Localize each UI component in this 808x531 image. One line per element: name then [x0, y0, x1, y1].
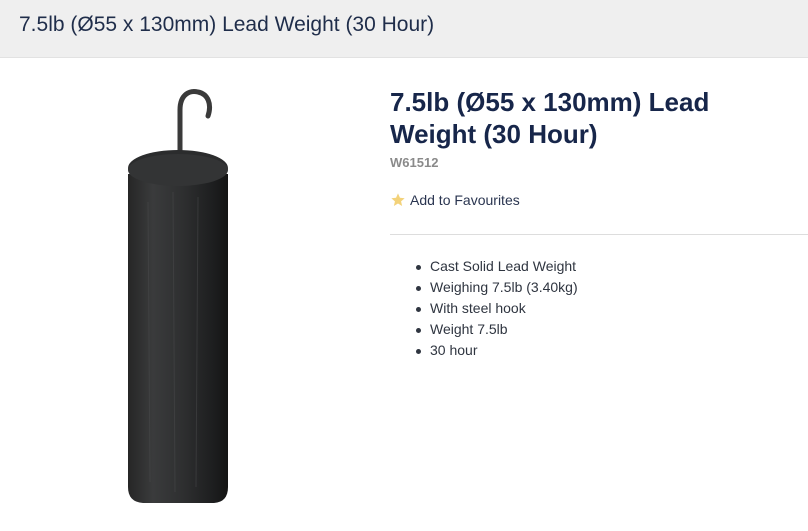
favourites-label: Add to Favourites	[410, 192, 520, 208]
product-title: 7.5lb (Ø55 x 130mm) Lead Weight (30 Hour…	[390, 87, 710, 149]
product-sku: W61512	[390, 155, 439, 170]
feature-item: 30 hour	[412, 340, 578, 361]
add-to-favourites-button[interactable]: Add to Favourites	[390, 191, 520, 209]
feature-item: With steel hook	[412, 298, 578, 319]
product-image[interactable]	[118, 82, 258, 512]
star-icon	[391, 193, 405, 206]
feature-item: Cast Solid Lead Weight	[412, 256, 578, 277]
feature-list: Cast Solid Lead Weight Weighing 7.5lb (3…	[412, 256, 578, 361]
divider	[390, 234, 808, 235]
feature-item: Weight 7.5lb	[412, 319, 578, 340]
page-header: 7.5lb (Ø55 x 130mm) Lead Weight (30 Hour…	[0, 0, 808, 58]
header-title: 7.5lb (Ø55 x 130mm) Lead Weight (30 Hour…	[19, 13, 435, 36]
feature-item: Weighing 7.5lb (3.40kg)	[412, 277, 578, 298]
